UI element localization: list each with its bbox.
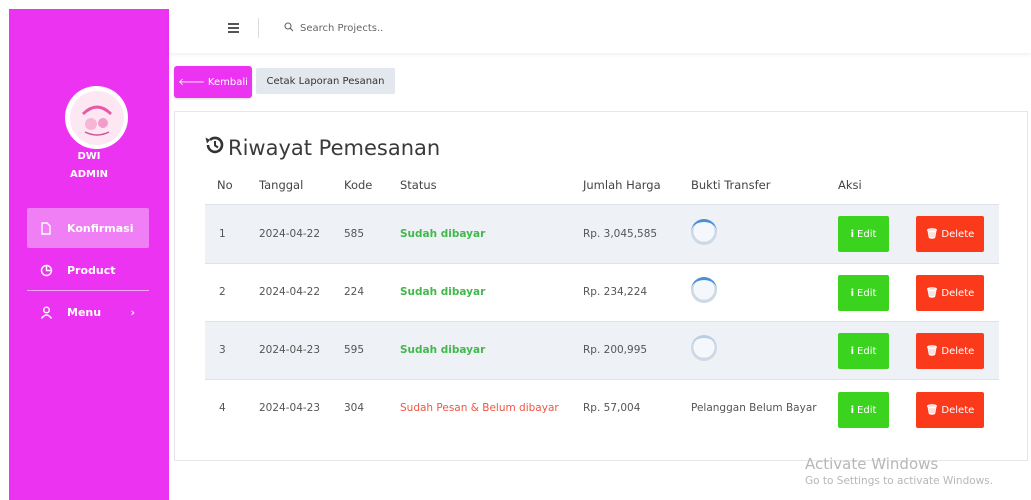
cell-no: 3: [219, 344, 226, 356]
cell-tanggal: 2024-04-22: [259, 228, 321, 240]
edit-button[interactable]: i Edit: [838, 275, 889, 311]
delete-button-label: Delete: [941, 345, 975, 357]
watermark-title: Activate Windows: [805, 455, 939, 473]
sidebar-item-label: Menu: [67, 305, 102, 319]
chevron-right-icon: ›: [130, 305, 135, 319]
cell-kode: 224: [344, 286, 365, 298]
watermark-subtitle: Go to Settings to activate Windows.: [805, 475, 994, 487]
status-badge: Sudah dibayar: [400, 344, 486, 356]
search-icon: [284, 22, 294, 35]
cell-jumlah: Rp. 200,995: [583, 344, 648, 356]
column-header: Kode: [344, 178, 373, 192]
sidebar-item-product[interactable]: Product: [27, 250, 149, 290]
user-role: ADMIN: [69, 169, 109, 180]
cell-kode: 595: [344, 344, 365, 356]
pie-chart-icon: [39, 263, 53, 277]
column-header: Jumlah Harga: [583, 178, 661, 192]
trash-icon: 🗑: [925, 287, 939, 299]
transfer-proof-image[interactable]: [691, 335, 717, 361]
sidebar-item-label: Konfirmasi: [67, 221, 134, 235]
cell-jumlah: Rp. 234,224: [583, 286, 648, 298]
file-icon: [39, 221, 53, 235]
edit-button-label: Edit: [857, 287, 877, 299]
cell-no: 2: [219, 286, 226, 298]
user-name: DWI: [77, 151, 101, 162]
edit-button-label: Edit: [857, 228, 877, 240]
cell-kode: 585: [344, 228, 365, 240]
page-title: Riwayat Pemesanan: [204, 134, 440, 161]
sidebar-item-label: Product: [67, 263, 116, 277]
edit-button-label: Edit: [857, 404, 877, 416]
divider: [27, 290, 149, 291]
hamburger-icon[interactable]: [228, 23, 239, 35]
transfer-proof-image[interactable]: [691, 277, 717, 303]
column-header: Status: [400, 178, 437, 192]
transfer-proof-image[interactable]: [691, 219, 717, 245]
avatar: [65, 86, 128, 149]
delete-button-label: Delete: [941, 404, 975, 416]
cell-no: 1: [219, 228, 226, 240]
sidebar-item-menu[interactable]: Menu ›: [27, 292, 149, 332]
topbar: Search Projects..: [169, 0, 1031, 53]
sidebar: DWI ADMIN Konfirmasi Product Menu ›: [9, 9, 169, 500]
info-icon: i: [850, 287, 855, 299]
edit-button[interactable]: i Edit: [838, 333, 889, 369]
activate-windows-watermark: Activate Windows Go to Settings to activ…: [805, 455, 993, 487]
search-input[interactable]: Search Projects..: [284, 22, 383, 35]
column-header: Tanggal: [259, 178, 304, 192]
sidebar-item-konfirmasi[interactable]: Konfirmasi: [27, 208, 149, 248]
edit-button[interactable]: i Edit: [838, 216, 889, 252]
logo-image: [69, 90, 124, 145]
trash-icon: 🗑: [925, 345, 939, 357]
column-header: Aksi: [838, 178, 862, 192]
column-header: Bukti Transfer: [691, 178, 771, 192]
print-report-button[interactable]: Cetak Laporan Pesanan: [256, 68, 395, 94]
page-title-text: Riwayat Pemesanan: [228, 135, 441, 160]
delete-button[interactable]: 🗑 Delete: [916, 275, 984, 311]
cell-tanggal: 2024-04-22: [259, 286, 321, 298]
back-button[interactable]: 🡐 Kembali: [174, 66, 252, 98]
cell-tanggal: 2024-04-23: [259, 402, 321, 414]
cell-no: 4: [219, 402, 226, 414]
divider: [258, 18, 259, 38]
delete-button[interactable]: 🗑 Delete: [916, 333, 984, 369]
trash-icon: 🗑: [925, 228, 939, 240]
status-badge: Sudah Pesan & Belum dibayar: [400, 402, 559, 414]
user-icon: [39, 305, 53, 319]
status-badge: Sudah dibayar: [400, 286, 486, 298]
status-badge: Sudah dibayar: [400, 228, 486, 240]
cell-jumlah: Rp. 57,004: [583, 402, 641, 414]
search-placeholder: Search Projects..: [300, 23, 384, 34]
info-icon: i: [850, 345, 855, 357]
edit-button[interactable]: i Edit: [838, 392, 889, 428]
delete-button-label: Delete: [941, 228, 975, 240]
trash-icon: 🗑: [925, 404, 939, 416]
cell-jumlah: Rp. 3,045,585: [583, 228, 658, 240]
delete-button-label: Delete: [941, 287, 975, 299]
info-icon: i: [850, 228, 855, 240]
cell-bukti: Pelanggan Belum Bayar: [691, 402, 817, 414]
back-button-label: Kembali: [207, 76, 248, 88]
edit-button-label: Edit: [857, 345, 877, 357]
info-icon: i: [850, 404, 855, 416]
column-header: No: [217, 178, 233, 192]
arrow-left-icon: 🡐: [178, 77, 205, 88]
cell-kode: 304: [344, 402, 365, 414]
cell-tanggal: 2024-04-23: [259, 344, 321, 356]
delete-button[interactable]: 🗑 Delete: [916, 216, 984, 252]
history-icon: [204, 134, 226, 161]
delete-button[interactable]: 🗑 Delete: [916, 392, 984, 428]
